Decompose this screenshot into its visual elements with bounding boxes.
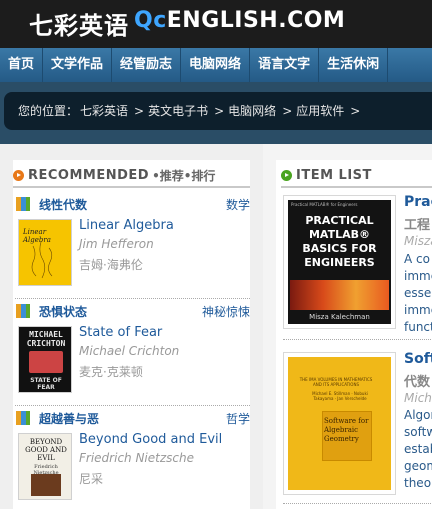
logo-english-text: ENGLISH.COM [166,8,346,33]
nav-item-lifestyle[interactable]: 生活休闲 [319,48,389,82]
book-cover[interactable]: BEYOND GOOD AND EVIL Friedrich Nietzsche [18,433,72,500]
item-description-line: imme [404,269,432,283]
recommended-entry: 超越善与恶 哲学 BEYOND GOOD AND EVIL Friedrich … [15,407,250,513]
cover-top-line: Practical MATLAB® for Engineers [291,202,358,207]
logo-chinese[interactable]: 七彩英语 [29,6,129,41]
breadcrumb: 您的位置： 七彩英语 > 英文电子书 > 电脑网络 > 应用软件 > [4,92,432,130]
breadcrumb-item-ebooks[interactable]: 英文电子书 [148,104,208,118]
item-title-cn: 工程 [404,218,431,233]
item-title[interactable]: Soft [404,351,432,367]
main-nav: 首页 文学作品 经管励志 电脑网络 语言文字 生活休闲 [0,48,432,82]
breadcrumb-bar: 您的位置： 七彩英语 > 英文电子书 > 电脑网络 > 应用软件 > [0,82,432,144]
item-description-line: Algor [404,408,432,422]
arrow-circle-icon [281,169,292,181]
recommended-header: RECOMMENDED •推荐•排行 [13,164,250,188]
genre-link[interactable]: 数学 [226,196,250,213]
nav-item-literature[interactable]: 文学作品 [43,48,113,82]
breadcrumb-separator: > [214,104,225,118]
cover-author: MICHAEL CRICHTON [26,330,66,348]
nav-item-home[interactable]: 首页 [0,48,44,82]
book-author: Friedrich Nietzsche [79,451,194,465]
cover-graphic [290,280,389,310]
cover-series: THE IMA VOLUMES IN MATHEMATICS AND ITS A… [299,377,373,387]
item-description-line: geom [404,459,432,473]
item-description: A co imme esse imme funct [404,251,432,336]
book-stack-icon [16,411,30,425]
category-link[interactable]: 线性代数 [39,196,87,213]
divider [15,405,250,406]
arrow-circle-icon [13,169,24,181]
nav-item-business[interactable]: 经管励志 [112,48,182,82]
cover-art: Practical MATLAB® for Engineers PRACTICA… [288,200,391,324]
book-author-cn: 吉姆·海弗伦 [79,258,143,272]
item-description-line: esse [404,286,432,300]
item-description-line: imme [404,303,432,317]
breadcrumb-item-computers[interactable]: 电脑网络 [228,104,276,118]
divider [283,339,432,340]
nav-item-computers[interactable]: 电脑网络 [181,48,251,82]
breadcrumb-prefix: 您的位置： [18,104,79,118]
book-author: Michael Crichton [79,344,180,358]
logo-qc: Qc [134,8,167,33]
book-author: Jim Hefferon [79,237,154,251]
item-description: Algor softw estab geom theor [404,407,432,492]
item-description-line: estab [404,442,432,456]
divider [283,503,432,504]
cover-title: PRACTICAL MATLAB® BASICS FOR ENGINEERS [302,214,377,269]
divider [15,298,250,299]
cover-title: STATE OF FEAR [30,377,62,391]
cover-title: Software for Algebraic Geometry [324,417,369,443]
item-author: Micha [404,391,432,405]
item-cover[interactable]: Practical MATLAB® for Engineers PRACTICA… [283,195,396,329]
cover-art [29,351,63,373]
item-description-line: softw [404,425,432,439]
category-link[interactable]: 恐惧状态 [39,303,87,320]
book-stack-icon [16,304,30,318]
book-author-cn: 麦克·克莱顿 [79,365,143,379]
cover-title: BEYOND GOOD AND EVIL [25,438,67,462]
category-link[interactable]: 超越善与恶 [39,410,99,427]
item-cover[interactable]: THE IMA VOLUMES IN MATHEMATICS AND ITS A… [283,352,396,495]
recommended-entry: 线性代数 数学 Linear Algebra Linear Algebra Ji… [15,193,250,299]
genre-link[interactable]: 哲学 [226,410,250,427]
site-header: 七彩英语 QcENGLISH.COM [0,0,432,48]
cover-authors: Michael E. Stillman · Nobuki Takayama · … [312,391,368,401]
item-title[interactable]: Prac [404,194,432,210]
breadcrumb-separator: > [282,104,293,118]
cover-art [31,241,53,279]
book-author-cn: 尼采 [79,472,104,486]
cover-art [31,474,61,496]
breadcrumb-separator: > [350,104,361,118]
breadcrumb-separator: > [134,104,145,118]
item-author: Misza [404,234,432,248]
book-cover[interactable]: MICHAEL CRICHTON STATE OF FEAR [18,326,72,393]
nav-item-language[interactable]: 语言文字 [250,48,320,82]
book-title[interactable]: State of Fear [79,325,162,340]
book-title[interactable]: Beyond Good and Evil [79,432,222,447]
item-description-line: funct [404,320,432,334]
recommended-title: RECOMMENDED [28,167,150,183]
breadcrumb-item-software[interactable]: 应用软件 [296,104,344,118]
logo-english[interactable]: QcENGLISH.COM [134,8,345,33]
book-stack-icon [16,197,30,211]
item-description-line: theor [404,476,432,490]
item-list-title: ITEM LIST [296,167,372,183]
recommended-entry: 恐惧状态 神秘惊悚 MICHAEL CRICHTON STATE OF FEAR… [15,300,250,406]
breadcrumb-item-home[interactable]: 七彩英语 [80,104,128,118]
book-title[interactable]: Linear Algebra [79,218,174,233]
item-description-line: A co [404,252,430,266]
item-list-header: ITEM LIST [281,164,432,188]
genre-link[interactable]: 神秘惊悚 [202,303,250,320]
book-cover[interactable]: Linear Algebra [18,219,72,286]
recommended-subtitle: •推荐•排行 [152,168,216,183]
item-title-cn: 代数 [404,375,431,390]
cover-art: THE IMA VOLUMES IN MATHEMATICS AND ITS A… [288,357,391,490]
cover-author: Misza Kalechman [309,313,370,321]
